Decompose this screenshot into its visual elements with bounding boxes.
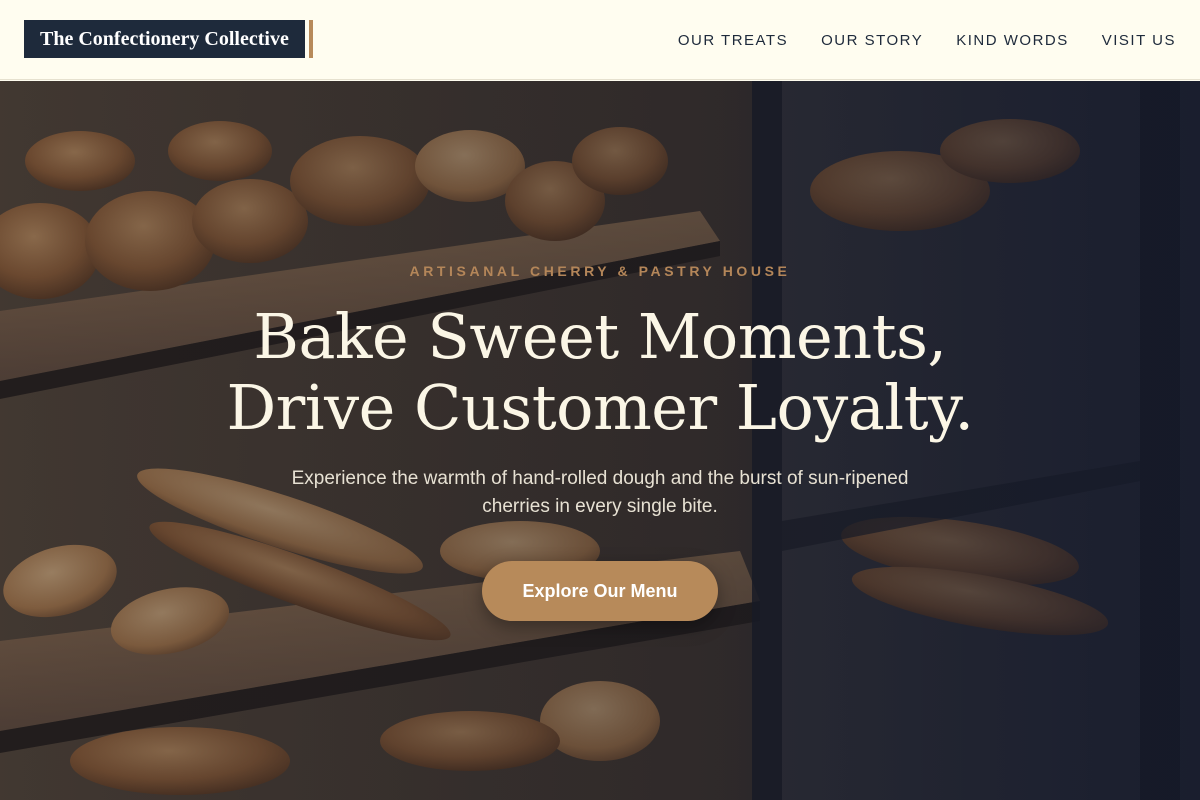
hero-headline-line-2: Drive Customer Loyalty. [226,371,974,444]
hero-headline: Bake Sweet Moments, Drive Customer Loyal… [0,301,1200,443]
hero-content: ARTISANAL CHERRY & PASTRY HOUSE Bake Swe… [0,81,1200,800]
hero-subtext: Experience the warmth of hand-rolled dou… [291,468,909,517]
hero-section: ARTISANAL CHERRY & PASTRY HOUSE Bake Swe… [0,81,1200,800]
nav-link-visit-us[interactable]: VISIT US [1102,32,1176,49]
brand-logo: The Confectionery Collective [24,20,309,58]
hero-headline-line-1: Bake Sweet Moments, [253,300,947,373]
top-navbar: The Confectionery Collective OUR TREATS … [0,0,1200,80]
nav-link-our-treats[interactable]: OUR TREATS [678,32,788,49]
main-navigation: OUR TREATS OUR STORY KIND WORDS VISIT US [678,0,1176,80]
nav-link-our-story[interactable]: OUR STORY [821,32,923,49]
hero-eyebrow: ARTISANAL CHERRY & PASTRY HOUSE [409,263,791,279]
logo-link[interactable]: The Confectionery Collective [24,20,309,58]
nav-link-kind-words[interactable]: KIND WORDS [956,32,1069,49]
explore-menu-button[interactable]: Explore Our Menu [482,561,718,621]
